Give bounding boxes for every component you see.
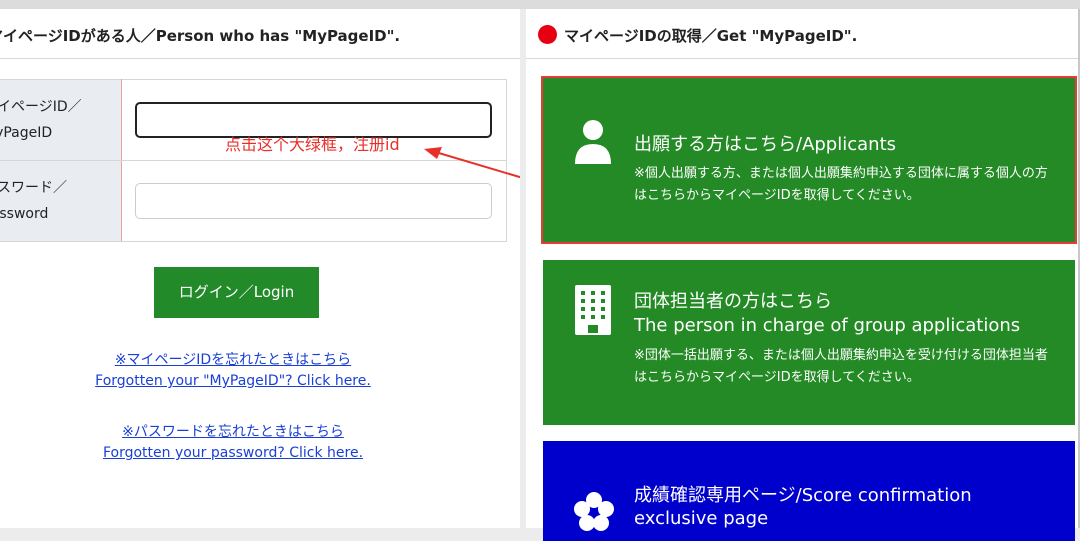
forgot-mypage-id-link-en[interactable]: Forgotten your "MyPageID"? Click here.: [0, 373, 493, 389]
applicants-card-title: 出願する方はこちら/Applicants: [634, 134, 897, 155]
forgot-password-link-en[interactable]: Forgotten your password? Click here.: [0, 445, 493, 461]
group-card-title-jp: 団体担当者の方はこちら: [634, 291, 832, 312]
applicants-card[interactable]: 出願する方はこちら/Applicants ※個人出願する方、または個人出願集約申…: [541, 76, 1077, 244]
get-mypage-id-title: マイページIDの取得／Get "MyPageID".: [564, 27, 858, 45]
mypage-id-label-cell: マイページID／ MyPageID: [0, 79, 122, 161]
get-mypage-id-header: マイページIDの取得／Get "MyPageID".: [526, 9, 1078, 59]
score-confirmation-card[interactable]: 成績確認専用ページ/Score confirmation exclusive p…: [543, 441, 1075, 541]
building-icon: [575, 285, 611, 335]
group-card-note: ※団体一括出願する、または個人出願集約申込を受け付ける団体担当者はこちらからマイ…: [634, 348, 1048, 385]
password-label-cell: パスワード／ Password: [0, 160, 122, 242]
flower-icon: [574, 492, 614, 531]
person-icon: [575, 120, 611, 164]
forgot-password-link-jp[interactable]: ※パスワードを忘れたときはこちら: [0, 421, 493, 441]
forgot-mypage-id-link-jp[interactable]: ※マイページIDを忘れたときはこちら: [0, 349, 493, 369]
applicants-card-note: ※個人出願する方、または個人出願集約申込する団体に属する個人の方はこちらからマイ…: [634, 166, 1048, 203]
password-label-en: Password: [0, 206, 49, 222]
annotation-text: 点击这个大绿框，注册id: [225, 135, 400, 154]
login-panel: マイページIDがある人／Person who has "MyPageID". マ…: [0, 9, 520, 528]
score-card-title-line2: exclusive page: [634, 508, 769, 529]
group-card-title-en: The person in charge of group applicatio…: [634, 315, 1021, 336]
mypage-id-label-jp: マイページID／: [0, 99, 82, 115]
login-panel-header: マイページIDがある人／Person who has "MyPageID".: [0, 9, 520, 59]
red-dot-icon: [538, 25, 557, 44]
get-mypage-id-panel: マイページIDの取得／Get "MyPageID". 出願する方はこちら/App…: [526, 9, 1078, 541]
mypage-id-label-en: MyPageID: [0, 125, 53, 141]
login-button[interactable]: ログイン／Login: [154, 267, 319, 318]
login-panel-title: マイページIDがある人／Person who has "MyPageID".: [0, 27, 401, 45]
browser-top-strip: [0, 0, 1080, 9]
password-label-jp: パスワード／: [0, 180, 67, 196]
group-representative-card[interactable]: 団体担当者の方はこちら The person in charge of grou…: [543, 260, 1075, 425]
score-card-title-line1: 成績確認専用ページ/Score confirmation: [634, 485, 972, 506]
